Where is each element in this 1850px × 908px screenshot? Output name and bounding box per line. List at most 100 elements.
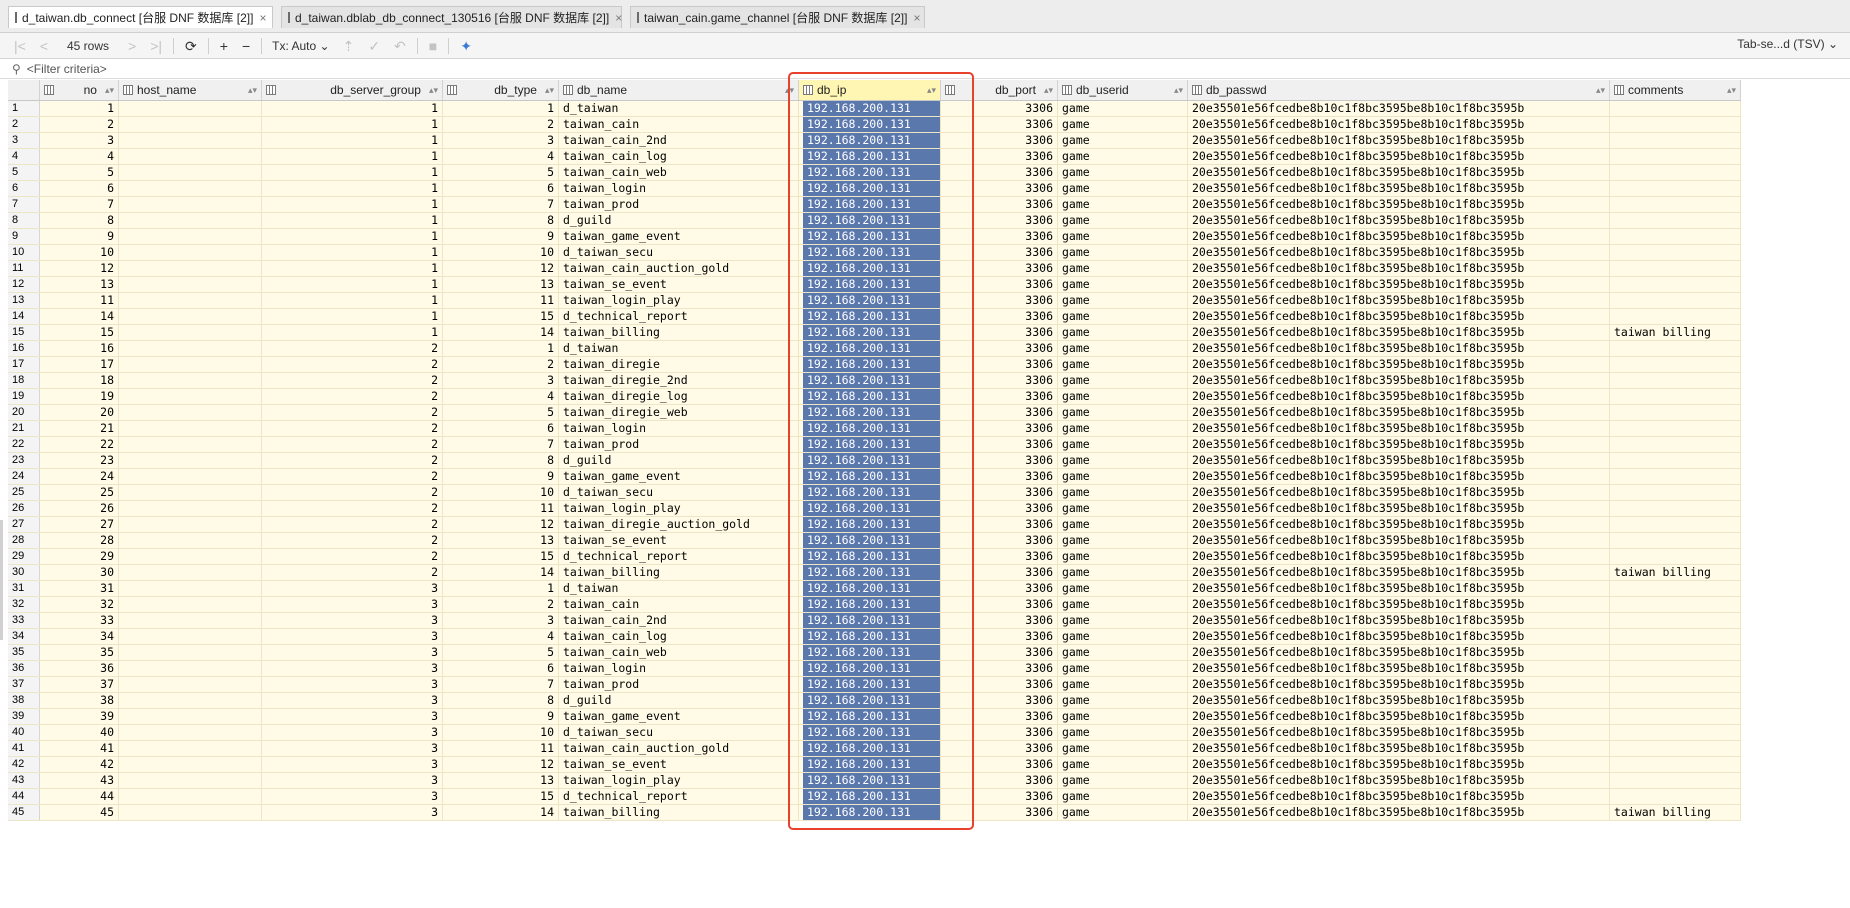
column-header-db-userid[interactable]: db_userid ▴▾ [1058, 80, 1188, 100]
cell-host-name[interactable] [119, 629, 262, 644]
cell-db-port[interactable]: 3306 [941, 437, 1058, 452]
cell-host-name[interactable] [119, 165, 262, 180]
check-icon[interactable]: ✓ [361, 36, 387, 56]
close-icon[interactable]: × [615, 11, 622, 25]
sort-icon[interactable]: ▴▾ [1044, 85, 1053, 96]
cell-db-server-group[interactable]: 1 [262, 165, 443, 180]
table-row[interactable]: 43 43 3 13 taiwan_login_play 192.168.200.131 3… [8, 773, 1741, 789]
cell-db-port[interactable]: 3306 [941, 357, 1058, 372]
cell-db-name[interactable]: taiwan_cain_auction_gold [559, 261, 799, 276]
cell-db-ip[interactable]: 192.168.200.131 [799, 565, 941, 580]
cell-db-name[interactable]: taiwan_prod [559, 437, 799, 452]
cell-comments[interactable] [1610, 725, 1741, 740]
cell-db-type[interactable]: 11 [443, 501, 559, 516]
cell-no[interactable]: 45 [40, 805, 119, 820]
cell-db-port[interactable]: 3306 [941, 101, 1058, 116]
cell-db-passwd[interactable]: 20e35501e56fcedbe8b10c1f8bc3595be8b10c1f… [1188, 629, 1610, 644]
cell-db-server-group[interactable]: 2 [262, 421, 443, 436]
cell-no[interactable]: 17 [40, 357, 119, 372]
cell-db-userid[interactable]: game [1058, 293, 1188, 308]
prev-page-icon[interactable]: < [33, 36, 55, 56]
cell-comments[interactable] [1610, 277, 1741, 292]
cell-db-type[interactable]: 7 [443, 437, 559, 452]
row-count[interactable]: 45 rows [55, 39, 121, 53]
sort-icon[interactable]: ▴▾ [105, 85, 114, 96]
cell-db-port[interactable]: 3306 [941, 229, 1058, 244]
cell-no[interactable]: 22 [40, 437, 119, 452]
cell-db-server-group[interactable]: 2 [262, 405, 443, 420]
cell-db-userid[interactable]: game [1058, 725, 1188, 740]
table-row[interactable]: 32 32 3 2 taiwan_cain 192.168.200.131 3306 game… [8, 597, 1741, 613]
cell-db-userid[interactable]: game [1058, 117, 1188, 132]
cell-db-name[interactable]: d_taiwan [559, 341, 799, 356]
cell-db-port[interactable]: 3306 [941, 805, 1058, 820]
cell-db-name[interactable]: taiwan_billing [559, 325, 799, 340]
cell-db-passwd[interactable]: 20e35501e56fcedbe8b10c1f8bc3595be8b10c1f… [1188, 181, 1610, 196]
cell-db-port[interactable]: 3306 [941, 165, 1058, 180]
cell-db-server-group[interactable]: 3 [262, 741, 443, 756]
sort-icon[interactable]: ▴▾ [1596, 85, 1605, 96]
table-row[interactable]: 20 20 2 5 taiwan_diregie_web 192.168.200.131 3… [8, 405, 1741, 421]
cell-db-type[interactable]: 5 [443, 645, 559, 660]
cell-db-passwd[interactable]: 20e35501e56fcedbe8b10c1f8bc3595be8b10c1f… [1188, 741, 1610, 756]
cell-db-type[interactable]: 10 [443, 725, 559, 740]
cell-db-passwd[interactable]: 20e35501e56fcedbe8b10c1f8bc3595be8b10c1f… [1188, 709, 1610, 724]
cell-db-name[interactable]: taiwan_billing [559, 805, 799, 820]
table-row[interactable]: 40 40 3 10 d_taiwan_secu 192.168.200.131 3306 g… [8, 725, 1741, 741]
cell-db-userid[interactable]: game [1058, 133, 1188, 148]
cell-no[interactable]: 5 [40, 165, 119, 180]
cell-db-port[interactable]: 3306 [941, 405, 1058, 420]
cell-comments[interactable] [1610, 629, 1741, 644]
column-header-no[interactable]: no ▴▾ [40, 80, 119, 100]
cell-no[interactable]: 30 [40, 565, 119, 580]
cell-db-port[interactable]: 3306 [941, 453, 1058, 468]
cell-db-name[interactable]: taiwan_game_event [559, 709, 799, 724]
cell-db-ip[interactable]: 192.168.200.131 [799, 629, 941, 644]
table-row[interactable]: 44 44 3 15 d_technical_report 192.168.200.131… [8, 789, 1741, 805]
table-row[interactable]: 34 34 3 4 taiwan_cain_log 192.168.200.131 3306… [8, 629, 1741, 645]
cell-db-port[interactable]: 3306 [941, 197, 1058, 212]
cell-no[interactable]: 19 [40, 389, 119, 404]
cell-db-userid[interactable]: game [1058, 437, 1188, 452]
table-row[interactable]: 27 27 2 12 taiwan_diregie_auction_gold 192.16… [8, 517, 1741, 533]
cell-db-port[interactable]: 3306 [941, 645, 1058, 660]
sort-icon[interactable]: ▴▾ [1174, 85, 1183, 96]
cell-db-port[interactable]: 3306 [941, 517, 1058, 532]
cell-db-type[interactable]: 14 [443, 565, 559, 580]
cell-db-port[interactable]: 3306 [941, 757, 1058, 772]
cell-db-type[interactable]: 11 [443, 293, 559, 308]
cell-no[interactable]: 29 [40, 549, 119, 564]
cell-db-userid[interactable]: game [1058, 581, 1188, 596]
cell-host-name[interactable] [119, 325, 262, 340]
cell-db-type[interactable]: 1 [443, 341, 559, 356]
cell-db-userid[interactable]: game [1058, 229, 1188, 244]
table-row[interactable]: 13 11 1 11 taiwan_login_play 192.168.200.131 3… [8, 293, 1741, 309]
cell-db-ip[interactable]: 192.168.200.131 [799, 421, 941, 436]
cell-host-name[interactable] [119, 549, 262, 564]
cell-db-type[interactable]: 9 [443, 229, 559, 244]
cell-no[interactable]: 23 [40, 453, 119, 468]
cell-db-passwd[interactable]: 20e35501e56fcedbe8b10c1f8bc3595be8b10c1f… [1188, 725, 1610, 740]
cell-no[interactable]: 8 [40, 213, 119, 228]
table-row[interactable]: 39 39 3 9 taiwan_game_event 192.168.200.131 33… [8, 709, 1741, 725]
rollback-icon[interactable]: ↶ [387, 36, 413, 56]
cell-db-name[interactable]: taiwan_diregie_log [559, 389, 799, 404]
cell-db-port[interactable]: 3306 [941, 341, 1058, 356]
cell-db-passwd[interactable]: 20e35501e56fcedbe8b10c1f8bc3595be8b10c1f… [1188, 693, 1610, 708]
cell-comments[interactable] [1610, 501, 1741, 516]
cell-db-name[interactable]: taiwan_se_event [559, 533, 799, 548]
cell-db-name[interactable]: d_taiwan [559, 101, 799, 116]
cell-db-name[interactable]: taiwan_cain_web [559, 645, 799, 660]
cell-host-name[interactable] [119, 293, 262, 308]
cell-comments[interactable] [1610, 149, 1741, 164]
cell-db-port[interactable]: 3306 [941, 597, 1058, 612]
cell-db-port[interactable]: 3306 [941, 181, 1058, 196]
cell-no[interactable]: 3 [40, 133, 119, 148]
cell-db-port[interactable]: 3306 [941, 789, 1058, 804]
cell-db-ip[interactable]: 192.168.200.131 [799, 741, 941, 756]
cell-db-name[interactable]: taiwan_diregie [559, 357, 799, 372]
cell-db-userid[interactable]: game [1058, 277, 1188, 292]
cell-db-ip[interactable]: 192.168.200.131 [799, 373, 941, 388]
cell-comments[interactable] [1610, 789, 1741, 804]
cell-db-type[interactable]: 12 [443, 261, 559, 276]
